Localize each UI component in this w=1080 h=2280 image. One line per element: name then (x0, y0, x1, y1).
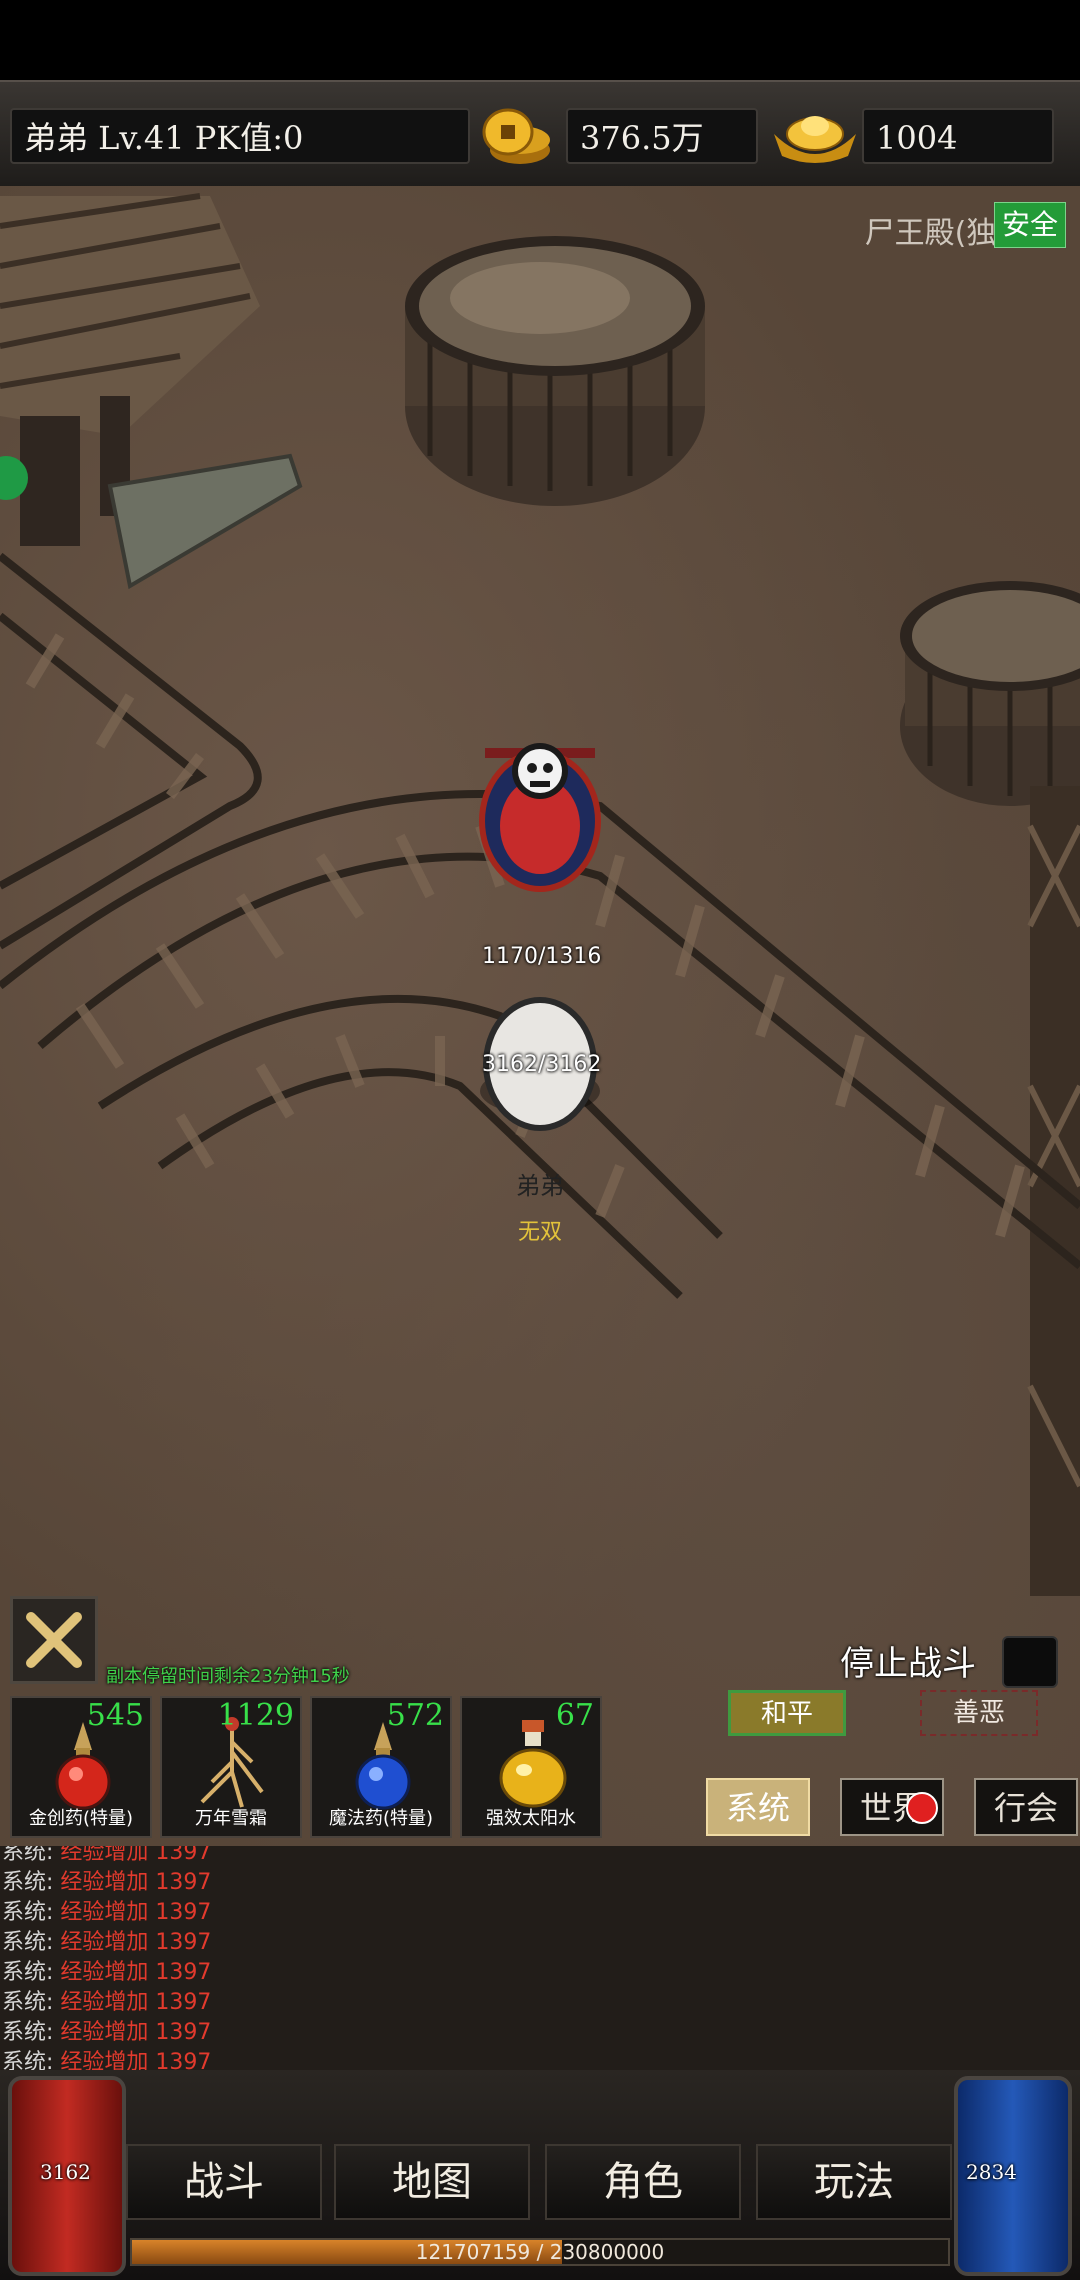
gold-ingot-icon (774, 116, 856, 163)
tab-gameplay[interactable]: 玩法 (756, 2144, 952, 2220)
potion-slot-3[interactable]: 572 魔法药(特量) (310, 1696, 452, 1838)
monster-hp-label: 1170/1316 (482, 944, 602, 969)
chat-tab-system[interactable]: 系统 (706, 1778, 810, 1836)
chat-message: 经验增加 1397 (60, 1960, 212, 1985)
chat-line: 系统: 经验增加 1397 (0, 1988, 1080, 2018)
chat-prefix: 系统: (2, 1930, 54, 1955)
ore-barrel-1 (405, 236, 705, 506)
chat-message: 经验增加 1397 (60, 2050, 212, 2070)
chat-message: 经验增加 1397 (60, 2020, 212, 2045)
red-potion-icon (55, 1722, 111, 1810)
bottom-panel: 3162 2834 战斗 地图 角色 玩法 121707159 / 230800… (0, 2070, 1080, 2280)
potion-name: 万年雪霜 (195, 1808, 267, 1829)
chat-message: 经验增加 1397 (60, 1870, 212, 1895)
chat-prefix: 系统: (2, 2050, 54, 2070)
chat-prefix: 系统: (2, 1960, 54, 1985)
ore-barrel-2 (900, 581, 1080, 806)
mp-value: 2834 (966, 2160, 1017, 2184)
hp-value: 3162 (40, 2160, 91, 2184)
chat-prefix: 系统: (2, 1990, 54, 2015)
tab-map[interactable]: 地图 (334, 2144, 530, 2220)
notification-dot (906, 1792, 938, 1824)
chat-line: 系统: 经验增加 1397 (0, 1958, 1080, 1988)
potion-count: 67 (555, 1698, 594, 1733)
stop-battle-toggle[interactable] (1002, 1636, 1058, 1688)
chat-prefix: 系统: (2, 1870, 54, 1895)
ingot-amount: 1004 (862, 108, 1054, 164)
potion-count: 545 (86, 1698, 144, 1733)
player-name[interactable]: 弟弟 (0, 1166, 1080, 1201)
chat-line: 系统: 经验增加 1397 (0, 1928, 1080, 1958)
chat-prefix: 系统: (2, 2020, 54, 2045)
top-status-bar: 弟弟 Lv.41 PK值:0 376.5万 1004 (0, 80, 1080, 191)
chat-message: 经验增加 1397 (60, 1846, 212, 1865)
chat-prefix: 系统: (2, 1900, 54, 1925)
close-button[interactable] (10, 1596, 98, 1684)
map-terrain (0, 193, 1080, 1596)
mode-peace-button[interactable]: 和平 (728, 1690, 846, 1736)
chat-tab-guild[interactable]: 行会 (974, 1778, 1078, 1836)
close-icon (26, 1612, 82, 1668)
chat-message: 经验增加 1397 (60, 1930, 212, 1955)
potion-name: 魔法药(特量) (328, 1808, 434, 1829)
player-info[interactable]: 弟弟 Lv.41 PK值:0 (10, 108, 470, 164)
chat-message: 经验增加 1397 (60, 1990, 212, 2015)
potion-slot-2[interactable]: 1129 万年雪霜 (160, 1696, 302, 1838)
chat-line: 系统: 经验增加 1397 (0, 2048, 1080, 2070)
chat-line: 系统: 经验增加 1397 (0, 1898, 1080, 1928)
zone-name: 尸王殿(独) (864, 216, 1008, 251)
chat-message: 经验增加 1397 (60, 1900, 212, 1925)
potion-name: 金创药(特量) (28, 1808, 134, 1829)
potion-count: 572 (386, 1698, 444, 1733)
chat-prefix: 系统: (2, 1846, 54, 1865)
mode-good-evil-button[interactable]: 善恶 (920, 1690, 1038, 1736)
safe-zone-badge: 安全 (994, 202, 1066, 248)
player-hp-label: 3162/3162 (482, 1052, 602, 1077)
gold-amount: 376.5万 (566, 108, 758, 164)
exp-bar: 121707159 / 230800000 (130, 2238, 950, 2266)
potion-slot-1[interactable]: 545 金创药(特量) (10, 1696, 152, 1838)
exp-text: 121707159 / 230800000 (415, 2240, 665, 2264)
dungeon-timer: 副本停留时间剩余23分钟15秒 (106, 1666, 350, 1687)
gold-coins-icon (482, 108, 550, 164)
potion-count: 1129 (217, 1698, 294, 1733)
chat-line: 系统: 经验增加 1397 (0, 1846, 1080, 1868)
tab-battle[interactable]: 战斗 (126, 2144, 322, 2220)
chat-line: 系统: 经验增加 1397 (0, 1868, 1080, 1898)
tab-character[interactable]: 角色 (545, 2144, 741, 2220)
game-map[interactable]: 尸王殿(独) 安全 1170/1316 3162/3162 弟弟 无双 副本停留… (0, 186, 1080, 1846)
monster-sprite (479, 743, 601, 892)
player-title: 无双 (517, 1220, 562, 1245)
potion-slot-4[interactable]: 67 强效太阳水 (460, 1696, 602, 1838)
chat-line: 系统: 经验增加 1397 (0, 2018, 1080, 2048)
blue-potion-icon (355, 1722, 411, 1810)
chat-log[interactable]: 系统: 经验增加 1397 系统: 经验增加 1397 系统: 经验增加 1397 系… (0, 1846, 1080, 2070)
potion-name: 强效太阳水 (486, 1808, 576, 1829)
stop-battle-label: 停止战斗 (840, 1644, 976, 1684)
